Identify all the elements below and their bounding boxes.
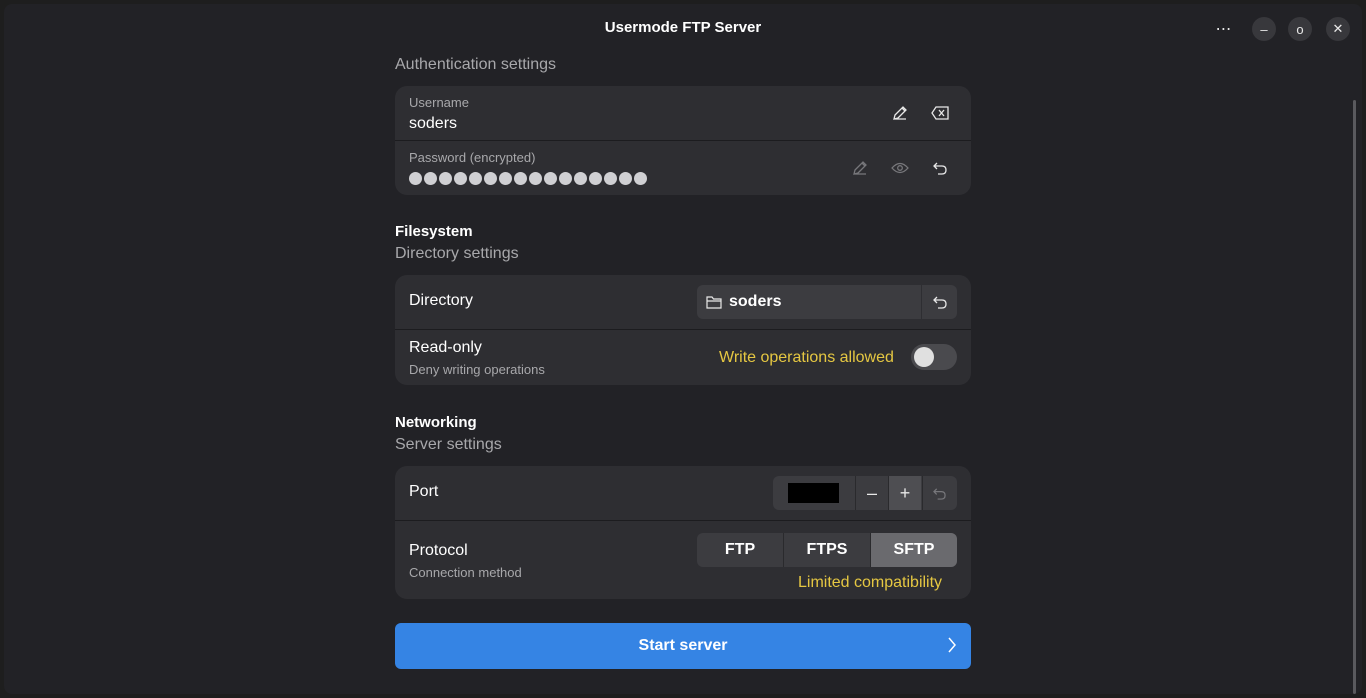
port-label: Port — [409, 483, 439, 500]
port-row: Port – + — [395, 466, 971, 520]
readonly-status: Write operations allowed — [719, 349, 894, 366]
port-input[interactable] — [788, 483, 839, 503]
password-dot — [619, 172, 632, 185]
password-dot — [574, 172, 587, 185]
password-dot — [424, 172, 437, 185]
directory-chooser-button[interactable]: soders — [697, 285, 921, 319]
undo-icon — [933, 162, 947, 175]
password-dot — [514, 172, 527, 185]
port-spinner: – + — [773, 476, 957, 510]
password-dot — [634, 172, 647, 185]
protocol-selector: FTP FTPS SFTP — [697, 533, 957, 567]
directory-row: Directory soders — [395, 275, 971, 329]
toggle-knob — [914, 347, 934, 367]
protocol-warning: Limited compatibility — [798, 574, 943, 591]
reveal-password-button[interactable] — [885, 153, 915, 183]
password-dot — [589, 172, 602, 185]
folder-icon — [706, 296, 722, 309]
password-dot — [454, 172, 467, 185]
password-dot — [559, 172, 572, 185]
protocol-row: Protocol Connection method FTP FTPS SFTP… — [395, 520, 971, 599]
username-label: Username — [409, 95, 469, 110]
readonly-subtitle: Deny writing operations — [409, 362, 545, 377]
filesystem-card: Directory soders Read-only Deny writing … — [395, 275, 971, 385]
readonly-row: Read-only Deny writing operations Write … — [395, 329, 971, 385]
username-value[interactable]: soders — [409, 115, 457, 133]
window-title: Usermode FTP Server — [604, 19, 762, 36]
port-decrement-button[interactable]: – — [855, 476, 888, 510]
networking-card: Port – + Protocol Connection method FTP … — [395, 466, 971, 599]
directory-value: soders — [729, 293, 782, 310]
start-server-button[interactable]: Start server — [395, 623, 971, 669]
password-dot — [499, 172, 512, 185]
password-dot — [529, 172, 542, 185]
maximize-button[interactable]: o — [1288, 17, 1312, 41]
close-button[interactable]: ✕ — [1326, 17, 1350, 41]
titlebar: Usermode FTP Server ⋯ – o ✕ — [4, 4, 1362, 52]
maximize-icon: o — [1296, 21, 1304, 37]
password-dot — [484, 172, 497, 185]
password-label: Password (encrypted) — [409, 150, 536, 165]
password-dot — [469, 172, 482, 185]
password-value[interactable] — [409, 172, 647, 185]
networking-heading: Networking — [395, 414, 477, 431]
undo-icon — [932, 296, 947, 309]
protocol-title: Protocol — [409, 542, 468, 559]
auth-card: Username soders Password (encrypted) — [395, 86, 971, 195]
menu-icon: ⋯ — [1215, 21, 1233, 38]
eye-icon — [891, 162, 909, 174]
filesystem-heading: Filesystem — [395, 223, 473, 240]
password-row[interactable]: Password (encrypted) — [395, 140, 971, 195]
auth-description: Authentication settings — [395, 56, 556, 73]
chevron-right-icon — [948, 637, 956, 653]
protocol-ftps-button[interactable]: FTPS — [783, 533, 870, 567]
protocol-sftp-button[interactable]: SFTP — [870, 533, 957, 567]
directory-label: Directory — [409, 292, 474, 309]
clear-username-button[interactable] — [925, 98, 955, 128]
reset-directory-button[interactable] — [922, 285, 957, 319]
protocol-ftp-button[interactable]: FTP — [697, 533, 783, 567]
username-row[interactable]: Username soders — [395, 86, 971, 140]
menu-button[interactable]: ⋯ — [1212, 17, 1236, 41]
minimize-icon: – — [1260, 21, 1268, 37]
filesystem-description: Directory settings — [395, 245, 519, 262]
app-window: Usermode FTP Server ⋯ – o ✕ Authenticati… — [4, 4, 1362, 694]
minimize-button[interactable]: – — [1252, 17, 1276, 41]
edit-password-button[interactable] — [845, 153, 875, 183]
protocol-subtitle: Connection method — [409, 565, 522, 580]
readonly-title: Read-only — [409, 339, 482, 356]
start-server-label: Start server — [638, 637, 728, 654]
pencil-icon — [893, 106, 907, 120]
password-dot — [604, 172, 617, 185]
pencil-icon — [853, 161, 867, 175]
close-icon: ✕ — [1332, 21, 1344, 36]
password-dot — [544, 172, 557, 185]
undo-icon — [932, 487, 946, 500]
backspace-icon — [931, 106, 949, 120]
reset-password-button[interactable] — [925, 153, 955, 183]
port-increment-button[interactable]: + — [888, 476, 921, 510]
scrollbar[interactable] — [1353, 100, 1356, 694]
edit-username-button[interactable] — [885, 98, 915, 128]
readonly-toggle[interactable] — [911, 344, 957, 370]
password-dot — [439, 172, 452, 185]
networking-description: Server settings — [395, 436, 502, 453]
reset-port-button[interactable] — [922, 476, 955, 510]
password-dot — [409, 172, 422, 185]
